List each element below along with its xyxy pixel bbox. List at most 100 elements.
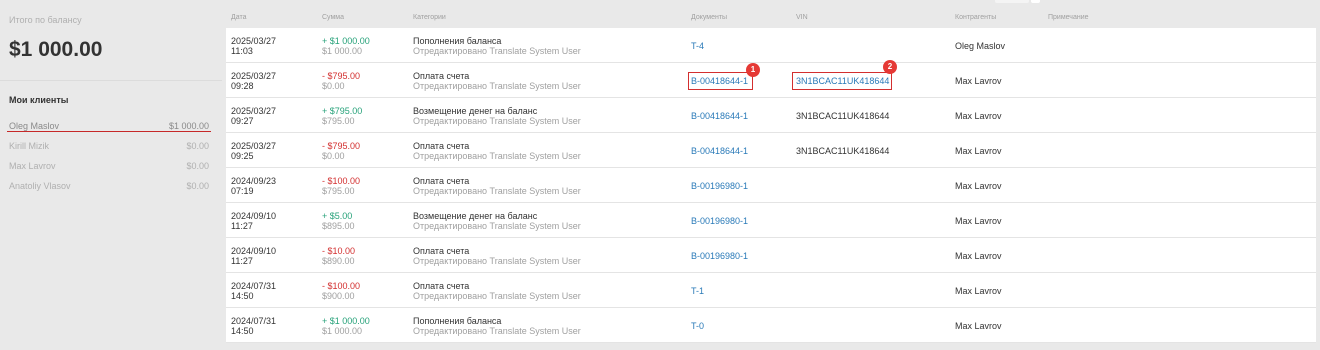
row-date: 2024/09/10 11:27 <box>231 211 276 231</box>
balance-after: $795.00 <box>322 186 355 196</box>
annotation-badge: 2 <box>883 60 897 74</box>
client-item-oleg-maslov[interactable]: Oleg Maslov $1 000.00 <box>9 121 209 135</box>
header-agents: Контрагенты <box>955 14 997 21</box>
date-value: 2024/09/23 <box>231 176 277 186</box>
amount-value: - $795.00 <box>322 71 361 81</box>
category-value: Оплата счета <box>413 141 470 151</box>
top-control[interactable] <box>995 0 1029 3</box>
row-category: Оплата счета Отредактировано Translate Sy… <box>413 141 581 161</box>
client-item-kirill-mizik[interactable]: Kirill Mizik $0.00 <box>9 141 209 155</box>
balance-after: $795.00 <box>322 116 355 126</box>
balance-after: $0.00 <box>322 151 345 161</box>
balance-after: $0.00 <box>322 81 345 91</box>
counterparty-value: Max Lavrov <box>955 181 1002 191</box>
date-value: 2024/09/10 <box>231 246 277 256</box>
date-value: 2024/07/31 <box>231 316 277 326</box>
time-value: 11:27 <box>231 221 253 231</box>
document-link[interactable]: B-00418644-1 <box>691 146 748 156</box>
row-category: Возмещение денег на баланс Отредактирован… <box>413 211 581 231</box>
edited-by: Отредактировано Translate System User <box>413 186 581 196</box>
time-value: 09:25 <box>231 151 254 161</box>
row-sum: + $1 000.00 $1 000.00 <box>322 316 370 336</box>
balance-after: $900.00 <box>322 291 355 301</box>
row-category: Оплата счета Отредактировано Translate Sy… <box>413 71 581 91</box>
header-sum: Сумма <box>322 14 344 21</box>
top-control-button[interactable] <box>1031 0 1040 3</box>
document-link[interactable]: T-0 <box>691 321 704 331</box>
table-row[interactable]: 2024/07/31 14:50 + $1 000.00 $1 000.00 Попол… <box>226 308 1316 343</box>
client-amount: $0.00 <box>186 141 209 151</box>
edited-by: Отредактировано Translate System User <box>413 326 581 336</box>
client-item-anatoliy-vlasov[interactable]: Anatoliy Vlasov $0.00 <box>9 181 209 195</box>
row-sum: + $1 000.00 $1 000.00 <box>322 36 370 56</box>
time-value: 09:27 <box>231 116 254 126</box>
highlight-box-document <box>688 72 753 90</box>
amount-value: + $5.00 <box>322 211 353 221</box>
time-value: 07:19 <box>231 186 254 196</box>
client-amount: $0.00 <box>186 181 209 191</box>
row-sum: - $100.00 $900.00 <box>322 281 360 301</box>
counterparty-value: Max Lavrov <box>955 251 1002 261</box>
table-row[interactable]: 2024/09/10 11:27 - $10.00 $890.00 Оплата сче… <box>226 238 1316 273</box>
header-note: Примечание <box>1048 14 1089 21</box>
table-row[interactable]: 2025/03/27 09:25 - $795.00 $0.00 Оплата счет… <box>226 133 1316 168</box>
amount-value: - $100.00 <box>322 176 361 186</box>
row-category: Возмещение денег на баланс Отредактирован… <box>413 106 581 126</box>
clients-title: Мои клиенты <box>9 95 69 105</box>
document-link[interactable]: B-00196980-1 <box>691 251 748 261</box>
amount-value: + $1 000.00 <box>322 36 370 46</box>
row-category: Оплата счета Отредактировано Translate Sy… <box>413 281 581 301</box>
time-value: 11:03 <box>231 46 253 56</box>
highlight-box-vin <box>792 72 892 90</box>
category-value: Оплата счета <box>413 281 470 291</box>
date-value: 2024/09/10 <box>231 211 277 221</box>
header-date: Дата <box>231 14 247 21</box>
balance-value: $1 000.00 <box>9 38 103 61</box>
document-link[interactable]: T-4 <box>691 41 704 51</box>
date-value: 2025/03/27 <box>231 71 277 81</box>
row-date: 2025/03/27 09:27 <box>231 106 276 126</box>
amount-value: + $795.00 <box>322 106 363 116</box>
client-amount: $1 000.00 <box>168 121 209 131</box>
counterparty-value: Max Lavrov <box>955 146 1002 156</box>
balance-after: $1 000.00 <box>322 326 363 336</box>
client-amount: $0.00 <box>186 161 209 171</box>
document-link[interactable]: T-1 <box>691 286 704 296</box>
header-documents: Документы <box>691 14 728 21</box>
row-date: 2024/07/31 14:50 <box>231 281 276 301</box>
row-date: 2024/07/31 14:50 <box>231 316 276 336</box>
divider <box>0 80 222 81</box>
table-row[interactable]: 2025/03/27 09:28 - $795.00 $0.00 Оплата счет… <box>226 63 1316 98</box>
table-row[interactable]: 2024/09/10 11:27 + $5.00 $895.00 Возмещение … <box>226 203 1316 238</box>
row-sum: + $5.00 $895.00 <box>322 211 355 231</box>
row-category: Оплата счета Отредактировано Translate Sy… <box>413 176 581 196</box>
row-category: Пополнения баланса Отредактировано Transl… <box>413 36 581 56</box>
row-sum: - $795.00 $0.00 <box>322 71 360 91</box>
client-item-max-lavrov[interactable]: Max Lavrov $0.00 <box>9 161 209 175</box>
document-link[interactable]: B-00196980-1 <box>691 181 748 191</box>
balance-after: $1 000.00 <box>322 46 363 56</box>
document-link[interactable]: B-00418644-1 <box>691 111 748 121</box>
header-category: Категории <box>413 14 446 21</box>
active-client-indicator <box>7 131 211 132</box>
category-value: Оплата счета <box>413 246 470 256</box>
edited-by: Отредактировано Translate System User <box>413 221 581 231</box>
edited-by: Отредактировано Translate System User <box>413 46 581 56</box>
amount-value: - $100.00 <box>322 281 361 291</box>
client-name: Oleg Maslov <box>9 121 60 131</box>
table-row[interactable]: 2025/03/27 09:27 + $795.00 $795.00 Возмещени… <box>226 98 1316 133</box>
header-vin: VIN <box>796 14 808 21</box>
row-sum: + $795.00 $795.00 <box>322 106 362 126</box>
document-link[interactable]: B-00196980-1 <box>691 216 748 226</box>
row-date: 2024/09/23 07:19 <box>231 176 276 196</box>
table-row[interactable]: 2024/07/31 14:50 - $100.00 $900.00 Оплата сч… <box>226 273 1316 308</box>
counterparty-value: Oleg Maslov <box>955 41 1006 51</box>
client-name: Kirill Mizik <box>9 141 49 151</box>
date-value: 2025/03/27 <box>231 141 277 151</box>
table-row[interactable]: 2024/09/23 07:19 - $100.00 $795.00 Оплата сч… <box>226 168 1316 203</box>
time-value: 14:50 <box>231 326 254 336</box>
row-date: 2025/03/27 11:03 <box>231 36 276 56</box>
table-row[interactable]: 2025/03/27 11:03 + $1 000.00 $1 000.00 Попол… <box>226 28 1316 63</box>
client-name: Max Lavrov <box>9 161 56 171</box>
row-category: Пополнения баланса Отредактировано Transl… <box>413 316 581 336</box>
